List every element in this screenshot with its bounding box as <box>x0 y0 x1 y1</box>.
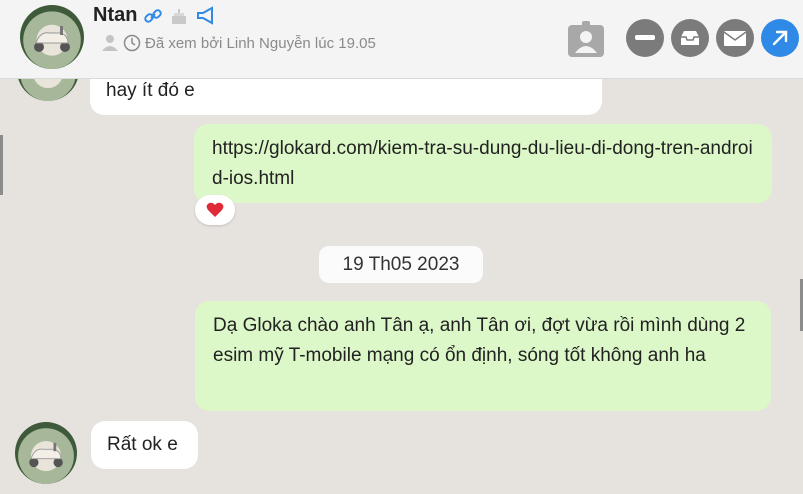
open-external-icon <box>772 30 788 46</box>
contact-card-icon[interactable] <box>566 19 606 59</box>
scooter-image <box>29 442 63 468</box>
seen-status-text: Đã xem bởi Linh Nguyễn lúc 19.05 <box>145 34 376 52</box>
minimize-button[interactable] <box>626 19 664 57</box>
email-icon <box>723 31 747 46</box>
message-text: Rất ok e <box>107 434 178 455</box>
contact-avatar[interactable] <box>20 5 84 69</box>
archive-button[interactable] <box>671 19 709 57</box>
contact-name[interactable]: Ntan <box>93 4 137 27</box>
left-scroll-indicator <box>0 135 3 195</box>
seen-status-row: Đã xem bởi Linh Nguyễn lúc 19.05 <box>101 34 376 52</box>
heart-reaction[interactable] <box>195 195 235 225</box>
minimize-icon <box>635 35 655 40</box>
megaphone-icon[interactable] <box>195 5 217 26</box>
archive-icon <box>681 31 699 45</box>
message-bubble-outgoing[interactable]: Dạ Gloka chào anh Tân ạ, anh Tân ơi, đợt… <box>195 301 771 411</box>
contact-name-row: Ntan <box>93 4 217 27</box>
clock-icon <box>123 34 141 52</box>
message-bubble-outgoing[interactable]: https://glokard.com/kiem-tra-su-dung-du-… <box>194 124 772 203</box>
chat-header: Ntan Đã xem bởi Linh Nguyễn lúc 19.05 <box>0 0 803 79</box>
scooter-image <box>34 26 70 52</box>
message-text: hay ít đó e <box>106 80 195 101</box>
email-button[interactable] <box>716 19 754 57</box>
sender-avatar[interactable] <box>15 422 77 484</box>
message-list[interactable]: hay ít đó e https://glokard.com/kiem-tra… <box>0 79 803 494</box>
message-bubble-incoming[interactable]: Rất ok e <box>91 421 198 469</box>
heart-reaction-icon <box>206 202 224 217</box>
link-icon[interactable] <box>143 6 163 26</box>
date-separator: 19 Th05 2023 <box>319 246 483 283</box>
open-external-button[interactable] <box>761 19 799 57</box>
user-icon <box>102 35 118 51</box>
birthday-cake-icon[interactable] <box>169 6 189 26</box>
message-link[interactable]: https://glokard.com/kiem-tra-su-dung-du-… <box>212 138 753 189</box>
sender-avatar[interactable] <box>17 79 79 101</box>
date-separator-text: 19 Th05 2023 <box>342 253 460 275</box>
message-text: Dạ Gloka chào anh Tân ạ, anh Tân ơi, đợt… <box>213 315 746 366</box>
message-bubble-incoming[interactable]: hay ít đó e <box>90 79 602 115</box>
